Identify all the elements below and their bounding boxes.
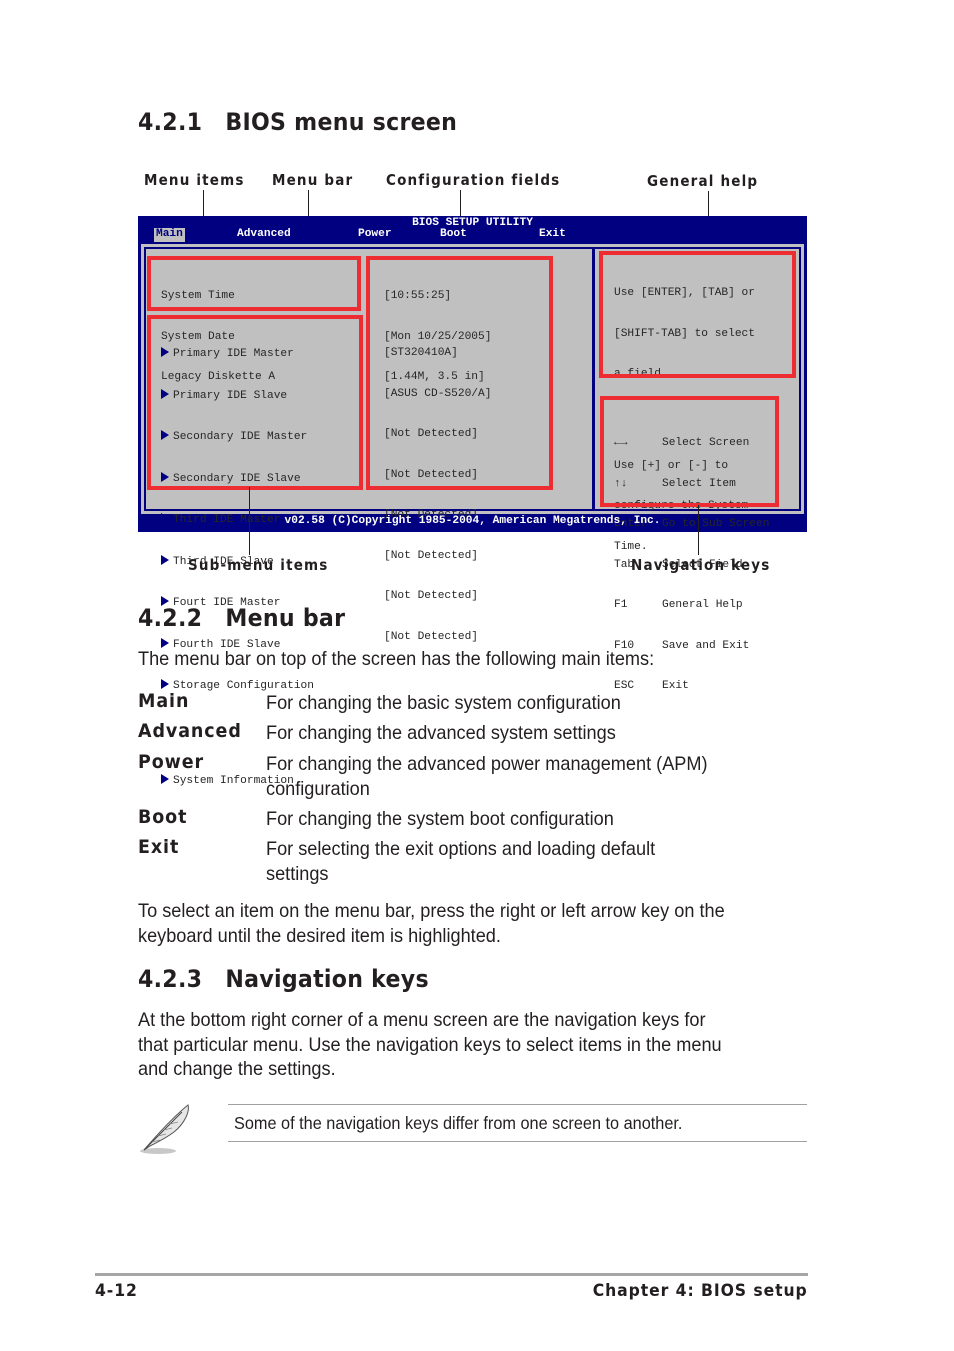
highlight-navigation-keys xyxy=(600,396,779,507)
config-value[interactable]: [Not Detected] xyxy=(384,590,491,604)
callout-navigation-keys: Navigation keys xyxy=(631,556,771,574)
chapter-title: Chapter 4: BIOS setup xyxy=(593,1281,808,1301)
nav-key-row: ESC Exit xyxy=(614,680,689,692)
submenu-arrow-icon xyxy=(161,554,169,565)
bios-menu-advanced[interactable]: Advanced xyxy=(237,228,291,242)
highlight-submenu-items xyxy=(147,315,363,490)
feather-pen-icon xyxy=(138,1102,194,1156)
desc-exit: For selecting the exit options and loadi… xyxy=(266,838,656,885)
callout-general-help: General help xyxy=(647,172,759,190)
callout-sub-menu-items: Sub-menu items xyxy=(188,556,329,574)
highlight-menu-items xyxy=(147,256,361,311)
term-exit: Exit xyxy=(138,836,180,858)
highlight-general-help xyxy=(599,251,796,378)
config-value[interactable]: [Not Detected] xyxy=(384,631,491,645)
desc-power: For changing the advanced power manageme… xyxy=(266,753,708,800)
bios-menu-main[interactable]: Main xyxy=(154,228,185,242)
menu-bar-intro: The menu bar on top of the screen has th… xyxy=(138,648,655,670)
callout-menu-bar: Menu bar xyxy=(272,171,354,189)
config-value[interactable]: [Not Detected] xyxy=(384,550,491,564)
section-heading-4-2-1: 4.2.1 BIOS menu screen xyxy=(138,108,457,136)
desc-advanced: For changing the advanced system setting… xyxy=(266,722,616,744)
desc-boot: For changing the system boot configurati… xyxy=(266,808,614,830)
leader-line-navigation-keys xyxy=(698,505,699,555)
section-title: BIOS menu screen xyxy=(225,108,458,136)
bios-menu-exit[interactable]: Exit xyxy=(539,228,566,242)
page-number: 4-12 xyxy=(95,1281,138,1301)
note-top-rule xyxy=(228,1104,807,1105)
note-bottom-rule xyxy=(228,1141,807,1142)
term-power: Power xyxy=(138,751,205,773)
nav-key-row: F1 General Help xyxy=(614,599,743,611)
term-main: Main xyxy=(138,690,190,712)
bios-copyright: v02.58 (C)Copyright 1985-2004, American … xyxy=(284,515,661,527)
section-number: 4.2.3 xyxy=(138,965,203,993)
menu-bar-outro: To select an item on the menu bar, press… xyxy=(138,900,725,947)
submenu-arrow-icon xyxy=(161,773,169,784)
desc-main: For changing the basic system configurat… xyxy=(266,692,621,714)
leader-line-menu-bar xyxy=(308,190,309,217)
highlight-config-fields xyxy=(366,256,553,490)
section-number: 4.2.1 xyxy=(138,108,203,136)
section-heading-4-2-3: 4.2.3 Navigation keys xyxy=(138,965,429,993)
submenu-arrow-icon xyxy=(161,679,169,689)
navigation-keys-paragraph: At the bottom right corner of a menu scr… xyxy=(138,1009,722,1080)
section-heading-4-2-2: 4.2.2 Menu bar xyxy=(138,604,345,632)
term-advanced: Advanced xyxy=(138,720,242,742)
callout-configuration-fields: Configuration fields xyxy=(386,171,561,189)
footer-rule xyxy=(95,1273,808,1276)
leader-line-submenu-items xyxy=(249,487,250,555)
section-number: 4.2.2 xyxy=(138,604,203,632)
section-title: Navigation keys xyxy=(225,965,429,993)
term-boot: Boot xyxy=(138,806,188,828)
bios-menu-boot[interactable]: Boot xyxy=(440,228,467,242)
callout-menu-items: Menu items xyxy=(144,171,245,189)
submenu-arrow-icon xyxy=(161,637,169,648)
section-title: Menu bar xyxy=(225,604,346,632)
bios-screenshot: BIOS SETUP UTILITY Main Advanced Power B… xyxy=(138,216,807,787)
bios-menu-power[interactable]: Power xyxy=(358,228,392,242)
note-text: Some of the navigation keys differ from … xyxy=(234,1113,683,1133)
